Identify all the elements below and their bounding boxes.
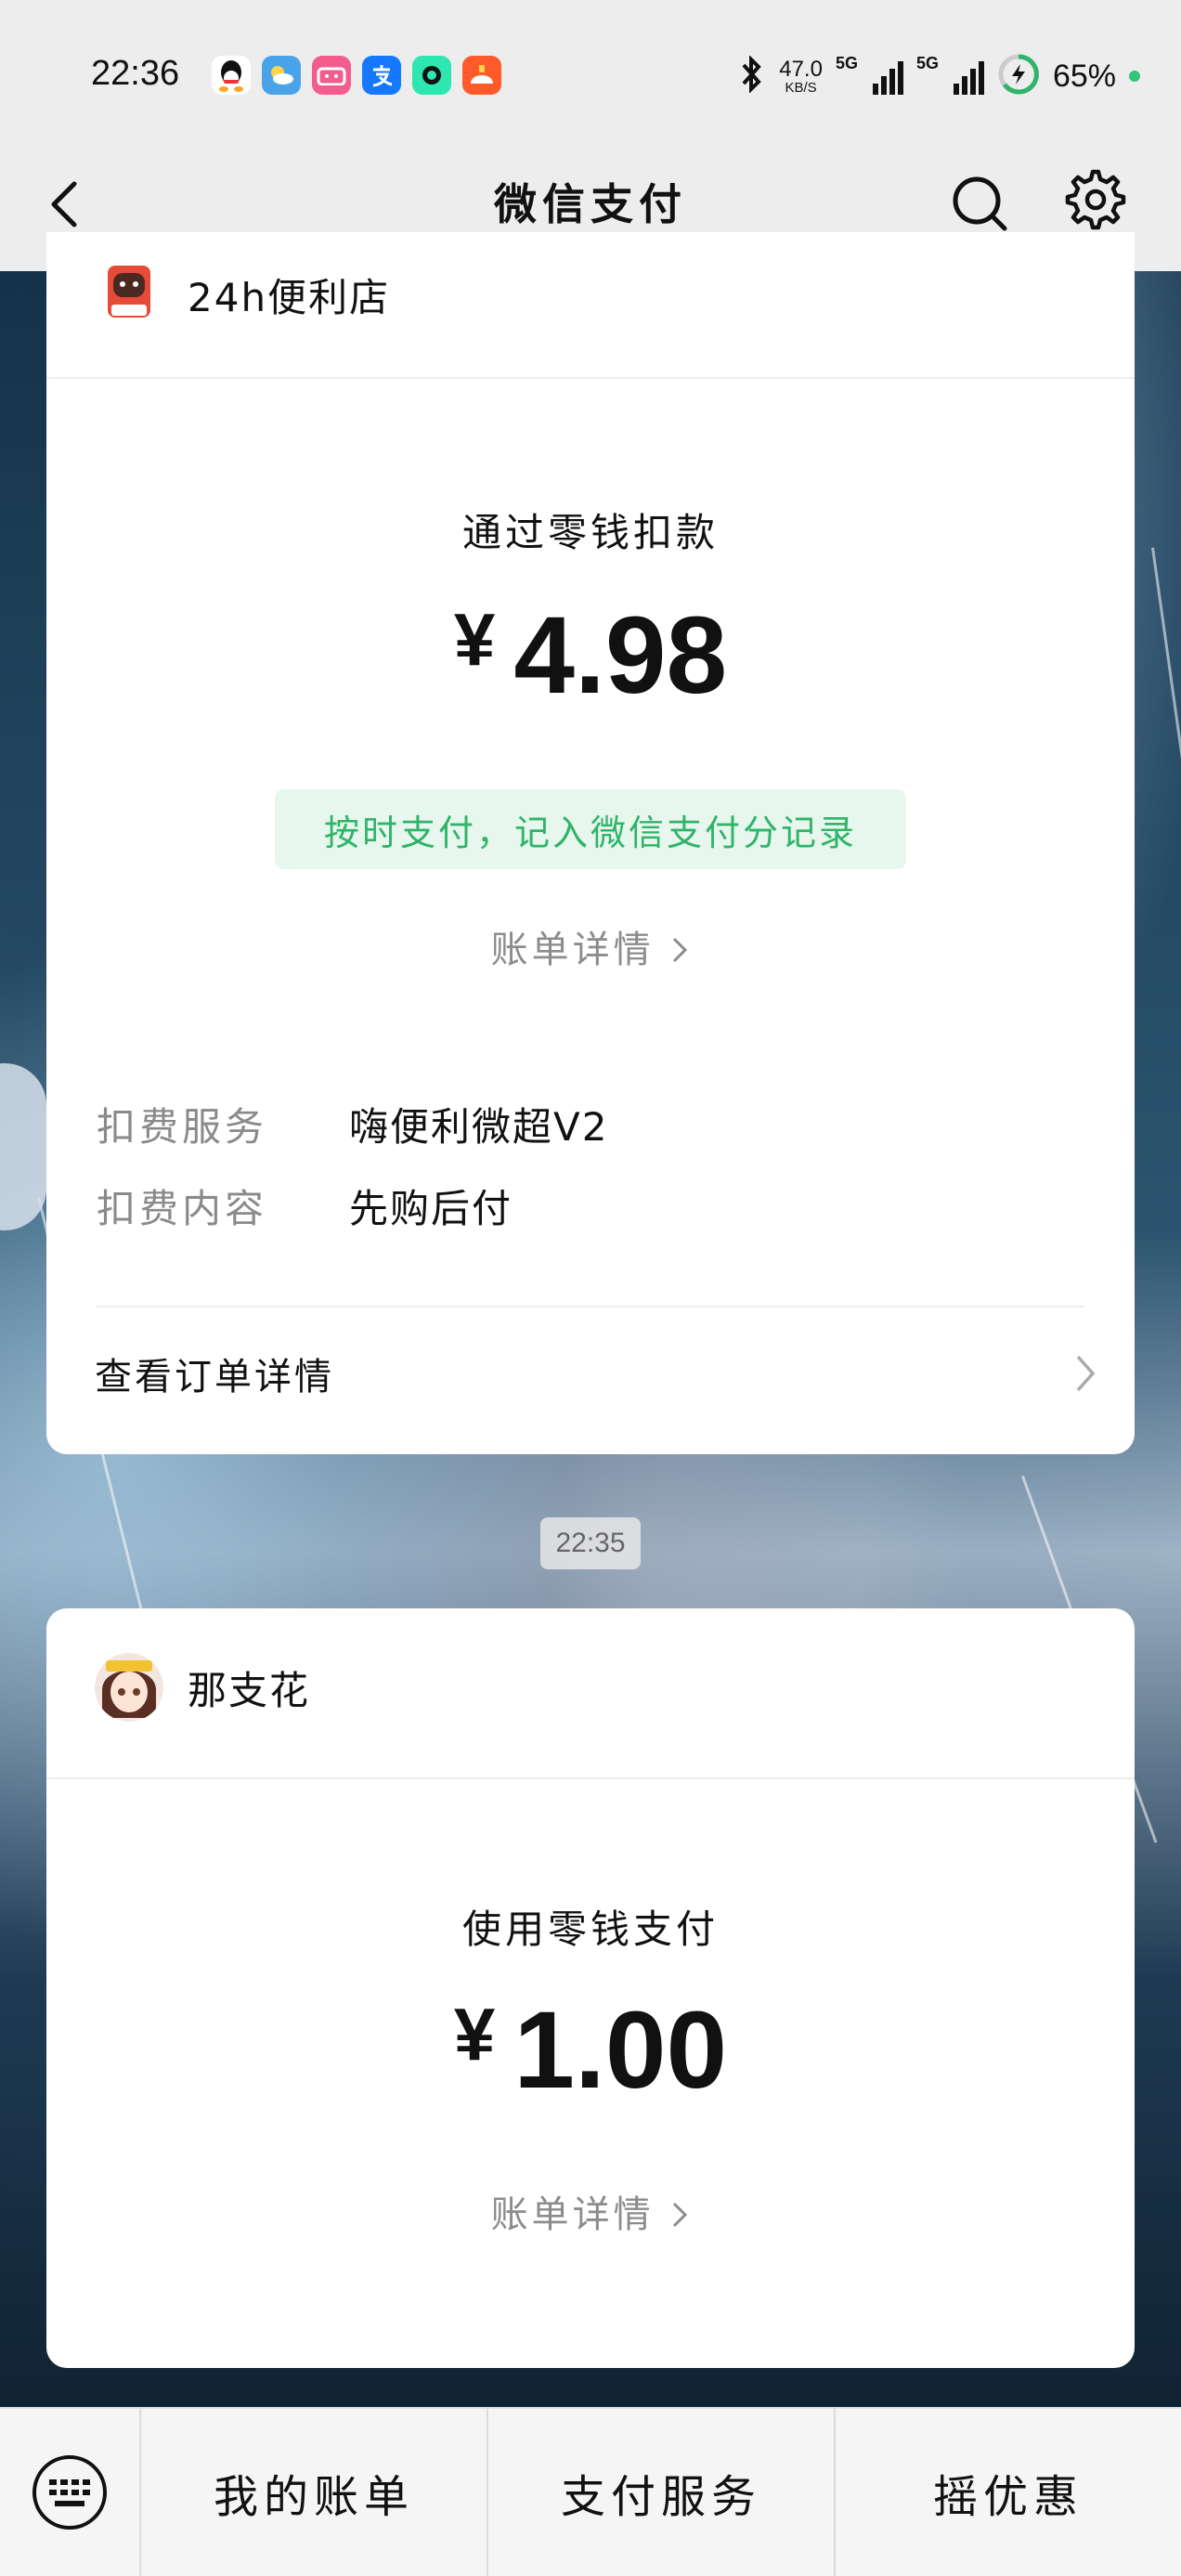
status-indicators: 47.0 KB/S 5G 5G 65%	[738, 48, 1140, 104]
bluetooth-icon	[738, 54, 766, 98]
detail-row-content: 扣费内容 先购后付	[97, 1177, 513, 1234]
amount-value: 4.98	[513, 594, 728, 717]
status-time: 22:36	[91, 54, 180, 93]
keyboard-icon	[32, 2455, 107, 2530]
merchant-name: 那支花	[188, 1667, 311, 1713]
search-icon	[953, 176, 1007, 231]
payment-method: 使用零钱支付	[461, 1906, 719, 1952]
detail-row-service: 扣费服务 嗨便利微超V2	[97, 1096, 608, 1152]
battery-percent: 65%	[1052, 58, 1116, 94]
status-dot-icon	[1129, 71, 1140, 82]
divider	[46, 377, 1135, 379]
payment-amount: ¥1.00	[46, 1987, 1135, 2114]
divider	[46, 1777, 1135, 1779]
network-speed: 47.0 KB/S	[779, 56, 823, 96]
detail-key: 扣费内容	[97, 1186, 268, 1231]
signal-1-label: 5G	[835, 54, 858, 72]
weather-icon	[262, 56, 301, 95]
currency-symbol: ¥	[453, 1993, 496, 2075]
keyboard-toggle-button[interactable]	[0, 2409, 139, 2576]
payment-method: 通过零钱扣款	[461, 510, 719, 555]
status-bar: 22:36 47.0 KB/S 5G 5G 65%	[0, 0, 1181, 156]
chevron-right-icon	[673, 937, 688, 963]
floating-side-tab[interactable]	[0, 1063, 46, 1230]
tab-shake-offers[interactable]: 摇优惠	[834, 2409, 1181, 2576]
qq-icon	[212, 56, 251, 95]
detail-key: 扣费服务	[97, 1104, 268, 1150]
bill-details-link[interactable]: 账单详情	[46, 2184, 1135, 2238]
merchant-avatar	[95, 1653, 163, 1722]
view-order-label: 查看订单详情	[95, 1356, 334, 1399]
chevron-right-icon	[673, 2202, 688, 2228]
shopping-app-icon	[462, 56, 501, 95]
view-order-details-row[interactable]: 查看订单详情	[95, 1347, 1097, 1400]
divider	[97, 1306, 1084, 1308]
bill-details-link[interactable]: 账单详情	[46, 919, 1135, 973]
message-timestamp: 22:35	[540, 1517, 641, 1569]
currency-symbol: ¥	[453, 598, 496, 681]
merchant-name: 24h便利店	[188, 274, 391, 320]
tab-payment-services[interactable]: 支付服务	[487, 2409, 834, 2576]
notification-icons	[212, 56, 501, 95]
signal-2-label: 5G	[915, 54, 939, 72]
signal-2-icon: 5G	[916, 54, 984, 95]
tab-my-bills[interactable]: 我的账单	[139, 2409, 487, 2576]
battery-charging-icon	[997, 53, 1040, 100]
bill-details-label: 账单详情	[490, 2193, 655, 2236]
signal-1-icon: 5G	[836, 54, 903, 95]
merchant-header: 24h便利店	[95, 260, 390, 329]
bilibili-icon	[312, 56, 351, 95]
search-button[interactable]	[947, 167, 1012, 232]
credit-score-badge: 按时支付，记入微信支付分记录	[275, 789, 906, 869]
camera-app-icon	[412, 56, 451, 95]
net-speed-unit: KB/S	[785, 79, 817, 96]
detail-value: 嗨便利微超V2	[349, 1104, 609, 1150]
payment-amount: ¥4.98	[46, 592, 1135, 719]
chevron-right-icon	[1076, 1355, 1096, 1392]
gear-icon	[1065, 169, 1126, 230]
bottom-menu-bar: 我的账单 支付服务 摇优惠	[0, 2407, 1181, 2576]
payment-card-2[interactable]: 那支花 使用零钱支付 ¥1.00 账单详情	[46, 1608, 1135, 2368]
bill-details-label: 账单详情	[490, 929, 655, 971]
alipay-icon	[362, 56, 401, 95]
merchant-header: 那支花	[95, 1653, 310, 1722]
amount-value: 1.00	[513, 1989, 728, 2112]
payment-card-1[interactable]: 24h便利店 通过零钱扣款 ¥4.98 按时支付，记入微信支付分记录 账单详情 …	[46, 232, 1135, 1454]
detail-value: 先购后付	[349, 1186, 513, 1231]
merchant-avatar	[95, 260, 163, 329]
settings-button[interactable]	[1063, 167, 1128, 232]
net-speed-value: 47.0	[779, 56, 823, 82]
